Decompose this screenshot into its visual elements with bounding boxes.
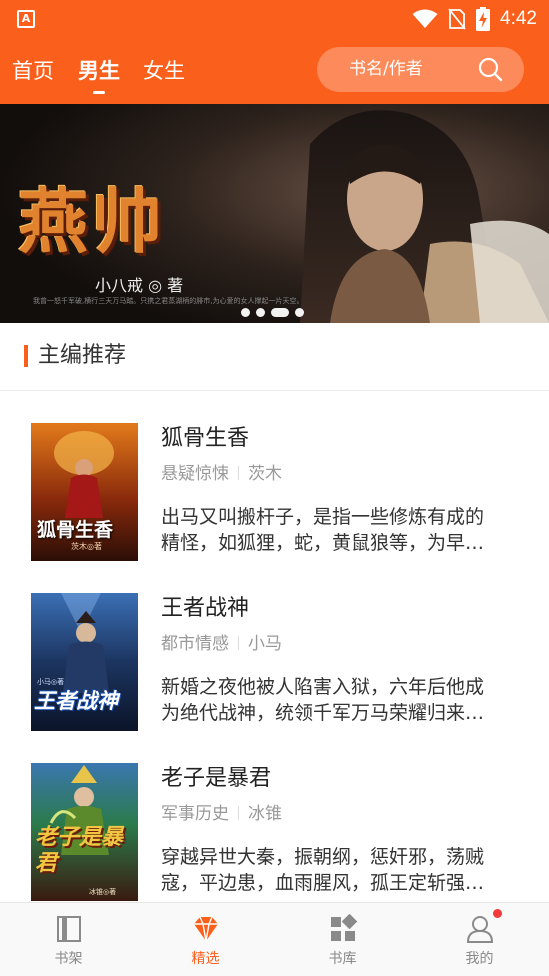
book-description: 出马又叫搬杆子，是指一些修炼有成的 精怪，如狐狸，蛇，黄鼠狼等，为早…: [161, 504, 531, 556]
book-author: 小马: [248, 634, 282, 654]
book-description-line: 穿越异世大秦，振朝纲，惩奸邪，荡贼: [161, 846, 485, 868]
book-cover[interactable]: 老子是暴君 冰锥◎著: [31, 763, 138, 901]
carousel-dot-active[interactable]: [271, 308, 289, 317]
promo-banner[interactable]: 燕帅 小八戒 ◎ 著 我曾一怒千军破,横行三天万马踏。只携之君蒸湖柄的腓市,为心…: [0, 104, 549, 323]
book-list-item[interactable]: 狐骨生香 茨木◎著 狐骨生香 悬疑惊悚 茨木 出马又叫搬杆子，是指一些修炼有成的 …: [0, 392, 549, 562]
book-category: 军事历史: [161, 804, 229, 824]
carousel-dot[interactable]: [295, 308, 304, 317]
carousel-dot[interactable]: [241, 308, 250, 317]
cover-author-text: 冰锥◎著: [89, 888, 117, 896]
book-description-line: 出马又叫搬杆子，是指一些修炼有成的: [161, 506, 485, 528]
status-icons: 4:42: [412, 6, 537, 32]
book-title[interactable]: 狐骨生香: [161, 424, 249, 454]
meta-divider: [238, 466, 239, 480]
tab-home[interactable]: 首页: [12, 56, 54, 86]
carousel-dot[interactable]: [256, 308, 265, 317]
banner-book-title: 燕帅: [18, 180, 166, 263]
banner-caption: 我曾一怒千军破,横行三天万马踏。只携之君蒸湖柄的腓市,为心爱的女人撑起一片天空。: [33, 297, 304, 305]
nav-featured[interactable]: 精选: [137, 903, 274, 976]
meta-divider: [238, 806, 239, 820]
book-description-line: 精怪，如狐狸，蛇，黄鼠狼等，为早…: [161, 532, 485, 554]
nav-library-label: 书库: [328, 951, 357, 967]
cover-author-text: 小马◎著: [37, 678, 65, 686]
book-description-line: 新婚之夜他被人陷害入狱，六年后他成: [161, 676, 485, 698]
status-bar: A 4:42: [0, 0, 549, 38]
book-list-item[interactable]: 老子是暴君 冰锥◎著 老子是暴君 军事历史 冰锥 穿越异世大秦，振朝纲，惩奸邪，荡…: [0, 732, 549, 902]
battery-charging-icon: [476, 7, 491, 31]
top-header: 首页 男生 女生 书名/作者: [0, 38, 549, 104]
search-box[interactable]: 书名/作者: [317, 47, 524, 92]
book-meta: 军事历史 冰锥: [161, 802, 282, 826]
book-meta: 都市情感 小马: [161, 632, 282, 656]
app-notification-icon: A: [17, 10, 35, 28]
book-author: 茨木: [248, 464, 282, 484]
search-placeholder: 书名/作者: [349, 59, 423, 79]
nav-bookshelf[interactable]: 书架: [0, 903, 137, 976]
library-grid-icon: [330, 914, 357, 941]
nav-featured-label: 精选: [191, 951, 220, 967]
book-category: 悬疑惊悚: [161, 464, 229, 484]
book-cover[interactable]: 王者战神 小马◎著: [31, 593, 138, 731]
search-icon[interactable]: [477, 56, 504, 83]
active-tab-indicator: [93, 91, 105, 94]
bottom-navigation: 书架 精选 书库 我的: [0, 902, 549, 976]
diamond-icon: [193, 916, 218, 942]
tab-male-label: 男生: [78, 59, 120, 83]
nav-bookshelf-label: 书架: [54, 951, 83, 967]
book-category: 都市情感: [161, 634, 229, 654]
notification-badge: [493, 909, 502, 918]
tab-home-label: 首页: [12, 59, 54, 83]
book-meta: 悬疑惊悚 茨木: [161, 462, 282, 486]
book-title[interactable]: 王者战神: [161, 594, 249, 624]
tab-male[interactable]: 男生: [78, 56, 120, 94]
book-title[interactable]: 老子是暴君: [161, 764, 271, 794]
book-description: 新婚之夜他被人陷害入狱，六年后他成 为绝代战神，统领千军万马荣耀归来…: [161, 674, 531, 726]
nav-profile-label: 我的: [465, 951, 494, 967]
clock: 4:42: [500, 8, 537, 29]
banner-author: 小八戒 ◎ 著: [95, 276, 184, 295]
no-sim-icon: [448, 8, 466, 30]
section-title: 主编推荐: [38, 343, 127, 368]
book-cover[interactable]: 狐骨生香 茨木◎著: [31, 423, 138, 561]
tab-female[interactable]: 女生: [143, 56, 185, 86]
section-header: 主编推荐: [0, 323, 549, 391]
book-description-line: 寇，平边患，血雨腥风，孤王定斩强…: [161, 872, 485, 894]
book-description: 穿越异世大秦，振朝纲，惩奸邪，荡贼 寇，平边患，血雨腥风，孤王定斩强…: [161, 844, 531, 896]
cover-title-text: 狐骨生香: [37, 519, 114, 541]
nav-library[interactable]: 书库: [274, 903, 411, 976]
book-list-item[interactable]: 王者战神 小马◎著 王者战神 都市情感 小马 新婚之夜他被人陷害入狱，六年后他成 …: [0, 562, 549, 732]
cover-author-text: 茨木◎著: [71, 542, 102, 551]
carousel-indicator: [241, 308, 304, 317]
book-description-line: 为绝代战神，统领千军万马荣耀归来…: [161, 702, 485, 724]
tab-female-label: 女生: [143, 59, 185, 83]
section-accent-bar: [24, 345, 28, 367]
cover-title-text: 王者战神: [34, 689, 118, 713]
meta-divider: [238, 636, 239, 650]
bookshelf-icon: [56, 916, 81, 942]
book-author: 冰锥: [248, 804, 282, 824]
wifi-icon: [412, 9, 438, 28]
nav-profile[interactable]: 我的: [411, 903, 548, 976]
user-icon: [466, 916, 493, 943]
book-list: 狐骨生香 茨木◎著 狐骨生香 悬疑惊悚 茨木 出马又叫搬杆子，是指一些修炼有成的 …: [0, 392, 549, 902]
cover-title-text: 老子是暴君: [35, 825, 124, 876]
